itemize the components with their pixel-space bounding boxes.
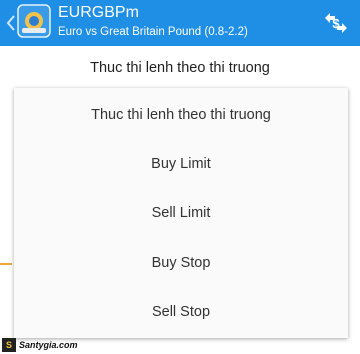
currency-exchange-icon[interactable]: $ xyxy=(320,8,352,38)
dropdown-item-market-execution[interactable]: Thuc thi lenh theo thi truong xyxy=(14,90,348,140)
watermark-logo: S xyxy=(2,338,16,352)
price-line-marker xyxy=(0,263,12,265)
svg-text:$: $ xyxy=(332,16,340,31)
order-type-spinner[interactable]: Thuc thi lenh theo thi truong xyxy=(0,60,360,76)
forex-app-icon[interactable] xyxy=(17,4,51,38)
page-subtitle: Euro vs Great Britain Pound (0.8-2.2) xyxy=(58,26,248,38)
order-type-dropdown: Thuc thi lenh theo thi truong Buy Limit … xyxy=(14,88,348,338)
page-title: EURGBPm xyxy=(58,4,139,21)
dropdown-item-sell-stop[interactable]: Sell Stop xyxy=(14,287,348,337)
dropdown-item-sell-limit[interactable]: Sell Limit xyxy=(14,188,348,238)
chevron-left-icon[interactable] xyxy=(4,13,18,33)
action-bar: EURGBPm Euro vs Great Britain Pound (0.8… xyxy=(0,0,360,46)
watermark-text: Santygia.com xyxy=(19,340,78,350)
dropdown-item-buy-limit[interactable]: Buy Limit xyxy=(14,139,348,189)
dropdown-item-buy-stop[interactable]: Buy Stop xyxy=(14,238,348,288)
watermark: S Santygia.com xyxy=(2,338,78,352)
